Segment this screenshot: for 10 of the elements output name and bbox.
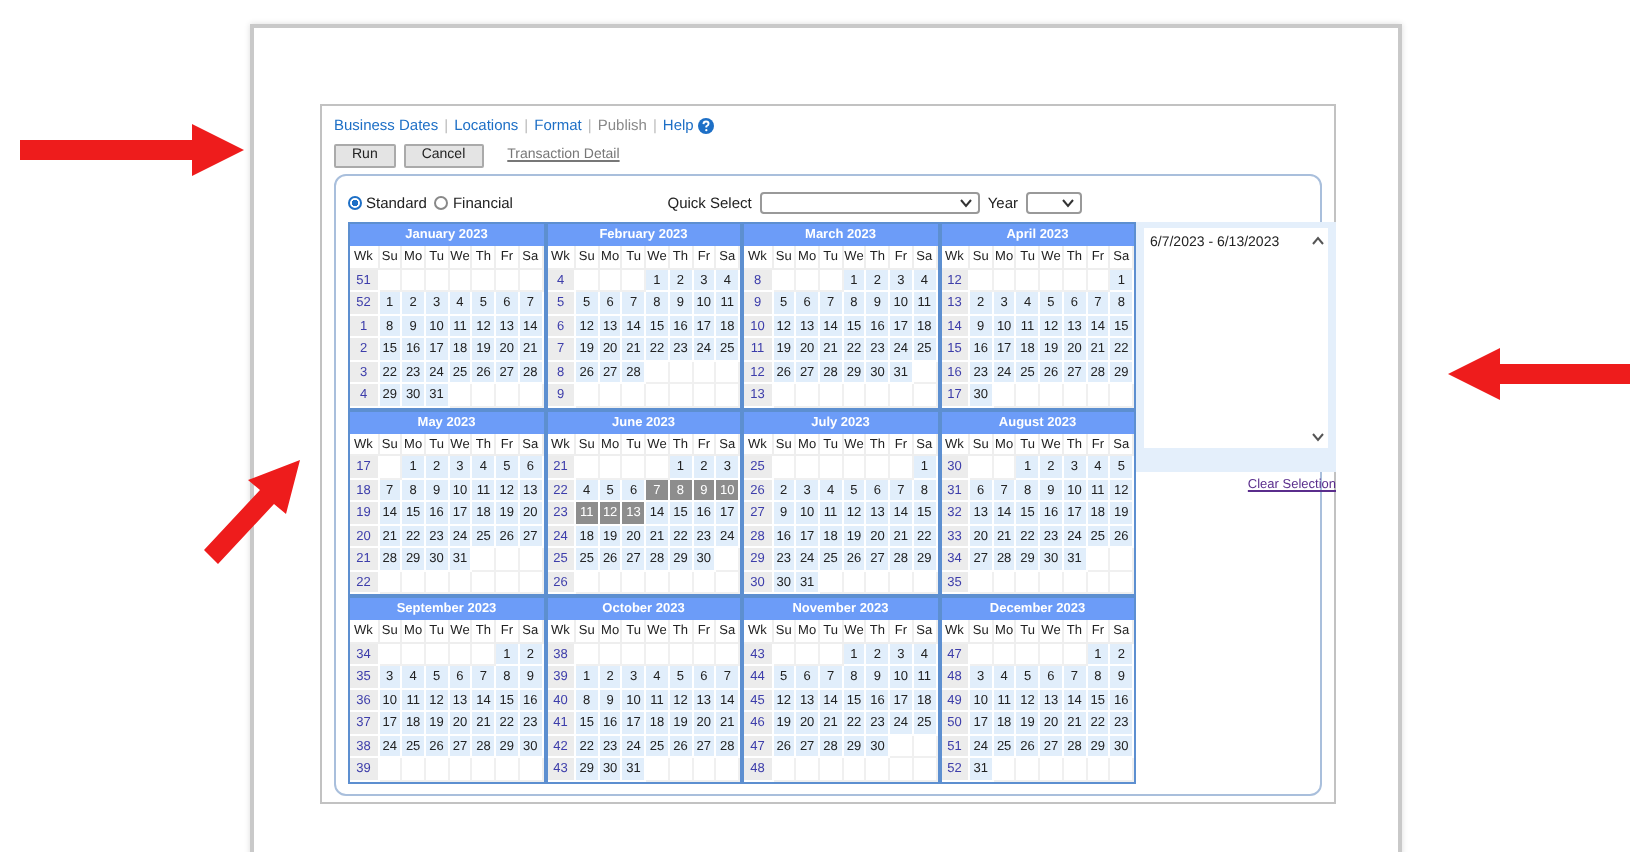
quick-select-dropdown[interactable] [759,191,980,214]
radio-button[interactable] [348,195,362,210]
scroll-up-icon[interactable] [1312,236,1324,247]
scroll-down-icon[interactable] [1312,432,1324,443]
dropdown-caret-icon [959,197,972,208]
year-dropdown[interactable] [1026,191,1082,214]
annotation-arrow [204,456,304,564]
help-icon[interactable] [697,117,714,134]
radio-button[interactable] [434,195,449,210]
dropdown-caret-icon [1062,197,1074,208]
